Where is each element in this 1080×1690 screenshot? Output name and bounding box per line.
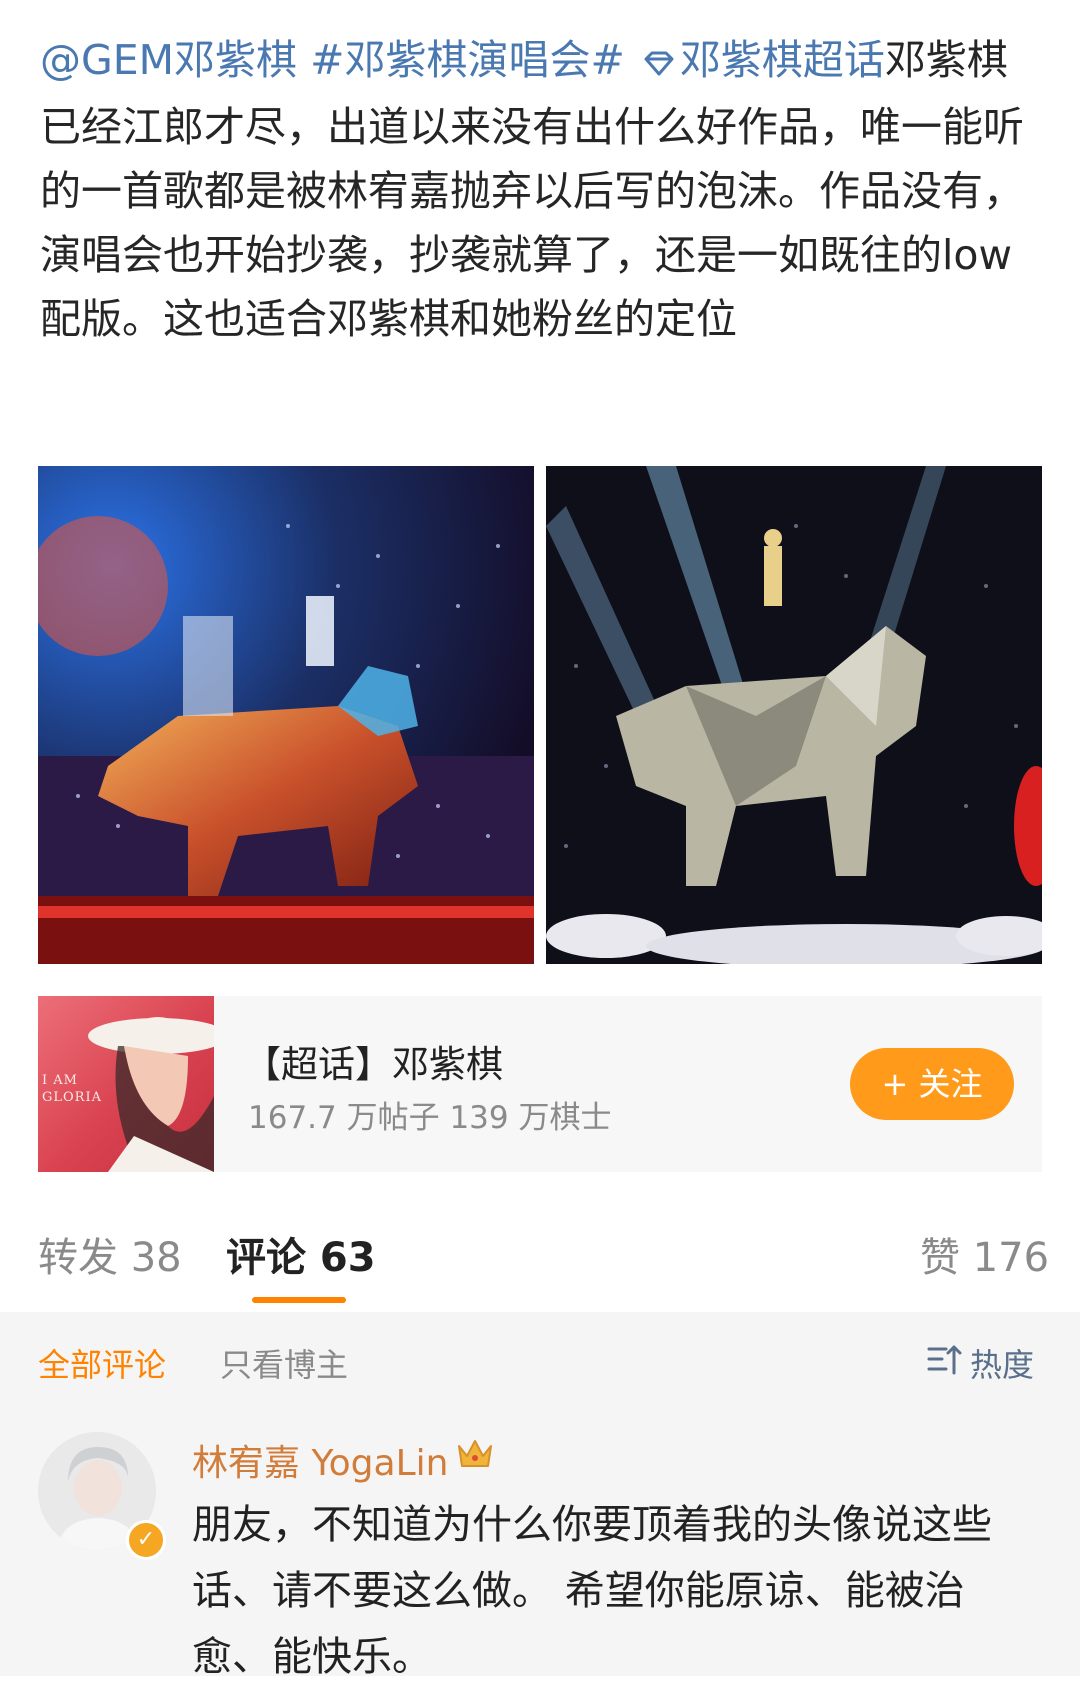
- sort-by-popularity[interactable]: 热度: [970, 1340, 1034, 1386]
- post-text: @GEM邓紫棋 #邓紫棋演唱会# 邓紫棋超话邓紫棋已经江郎才尽，出道以来没有出什…: [40, 28, 1040, 351]
- follow-button[interactable]: + 关注: [850, 1048, 1014, 1120]
- post-action-tabs: 转发 38 评论 63 赞 176: [0, 1225, 1080, 1305]
- supertopic-title[interactable]: 【超话】邓紫棋: [244, 1034, 503, 1088]
- tab-repost[interactable]: 转发 38: [38, 1225, 182, 1283]
- supertopic-card[interactable]: I AM GLORIA 【超话】邓紫棋 167.7 万帖子 139 万棋士 + …: [38, 996, 1042, 1172]
- filter-owner-only[interactable]: 只看博主: [220, 1340, 348, 1386]
- active-tab-indicator: [252, 1297, 346, 1303]
- filter-all-comments[interactable]: 全部评论: [38, 1340, 166, 1386]
- tab-like[interactable]: 赞 176: [920, 1225, 1049, 1283]
- sort-icon[interactable]: [926, 1343, 962, 1381]
- tab-comment[interactable]: 评论 63: [226, 1225, 376, 1283]
- comment-text: 朋友，不知道为什么你要顶着我的头像说这些话、请不要这么做。 希望你能原谅、能被治…: [192, 1502, 992, 1680]
- mention-link[interactable]: @GEM邓紫棋: [40, 36, 297, 84]
- supertopic-cover-image: I AM GLORIA: [38, 996, 214, 1172]
- cover-text: I AM GLORIA: [42, 1073, 102, 1105]
- post-image-2[interactable]: [546, 466, 1042, 964]
- hashtag-link[interactable]: #邓紫棋演唱会#: [310, 36, 625, 84]
- verified-badge-icon: ✓: [126, 1520, 166, 1560]
- commenter-name[interactable]: 林宥嘉 YogaLin: [192, 1434, 448, 1486]
- supertopic-stats: 167.7 万帖子 139 万棋士: [248, 1100, 612, 1136]
- post-image-1[interactable]: [38, 466, 534, 964]
- supertopic-link[interactable]: 邓紫棋超话: [680, 36, 885, 84]
- supertopic-diamond-icon: [642, 31, 676, 95]
- crown-icon: [456, 1436, 494, 1474]
